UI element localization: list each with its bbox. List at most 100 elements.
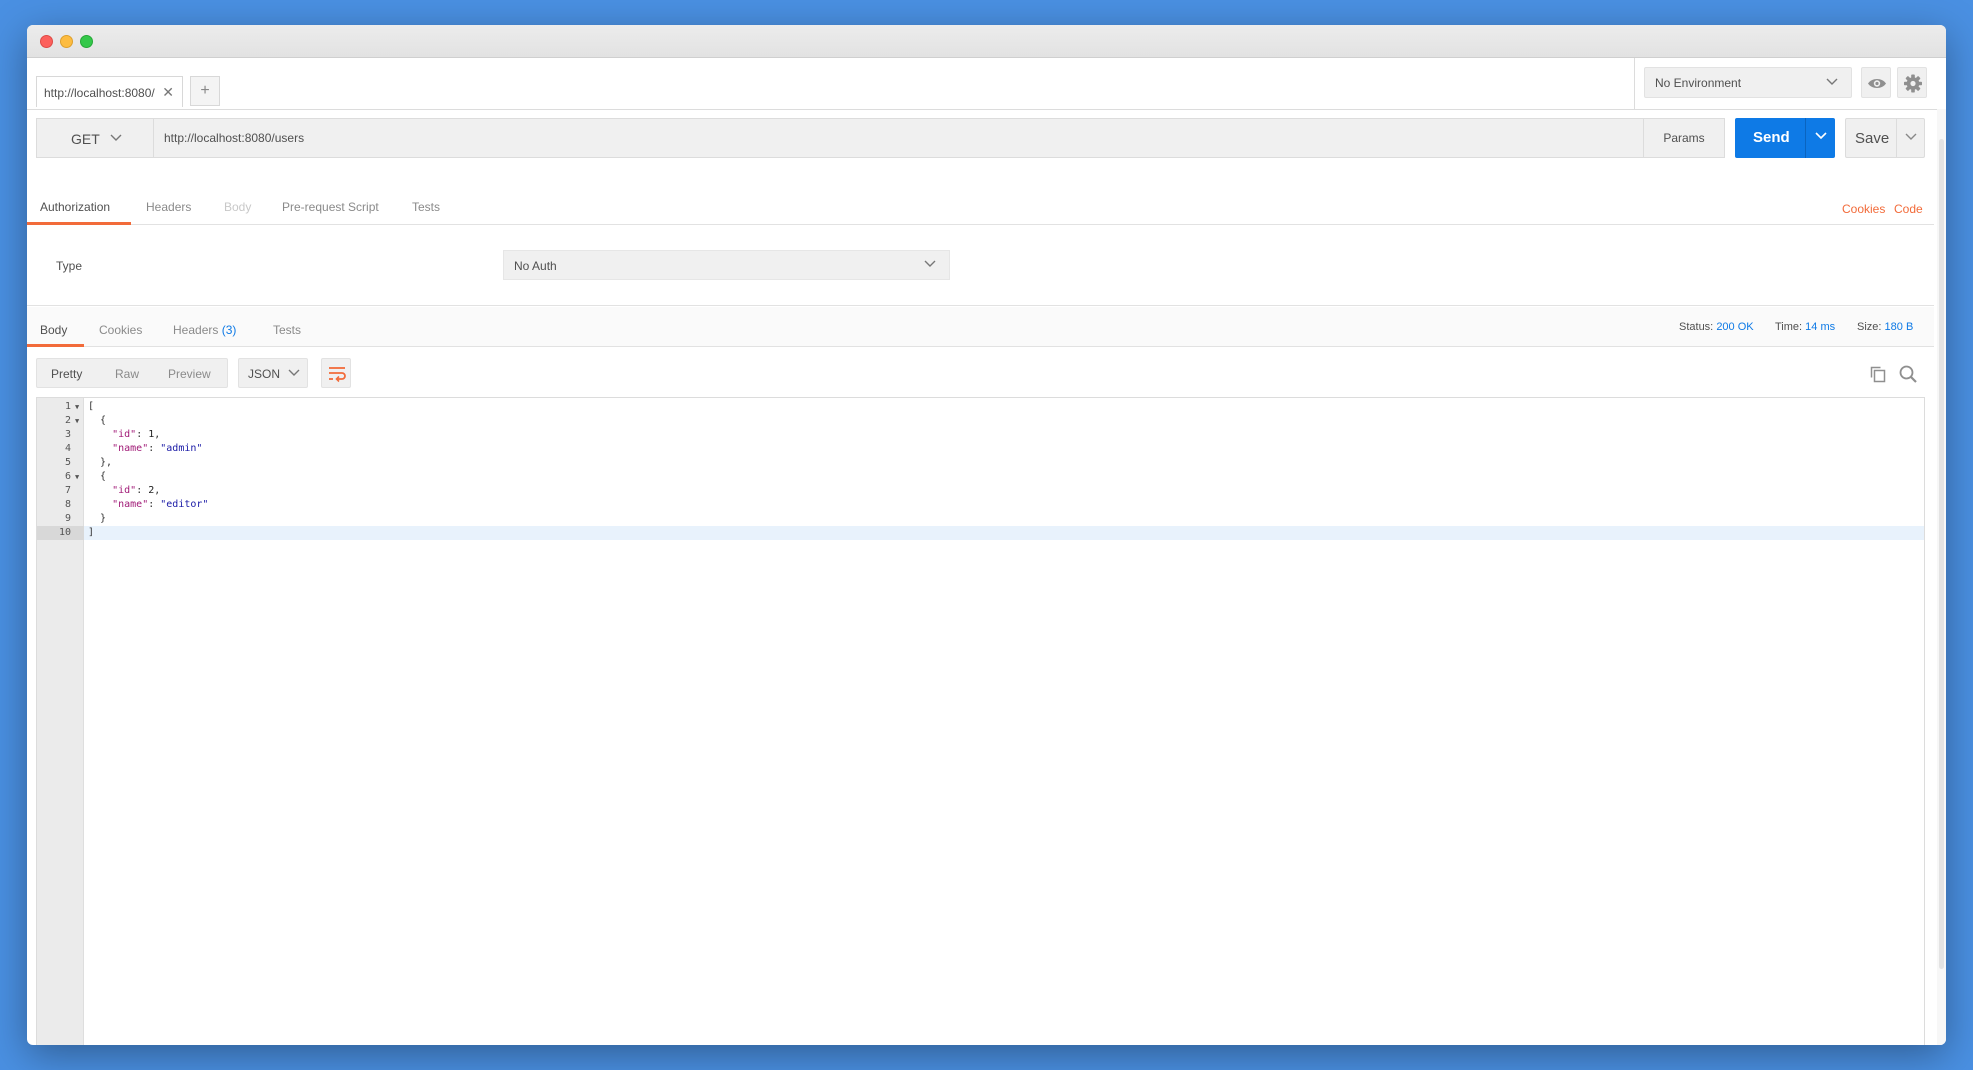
response-status: Status: 200 OK: [1679, 321, 1754, 333]
code-line: 9 }: [37, 512, 1924, 526]
json-key: "id": [112, 429, 137, 440]
format-select-value: JSON: [248, 367, 281, 381]
close-tab-icon[interactable]: ✕: [162, 84, 174, 101]
response-view-toolbar: Pretty Raw Preview JSON: [36, 358, 1934, 388]
code-text: "id": 1,: [88, 428, 160, 442]
response-body-editor[interactable]: 1 ▼[2 ▼ {3 "id": 1, 4 "name": "admin" 5 }, 6 ▼…: [36, 397, 1925, 1045]
params-button[interactable]: Params: [1644, 118, 1725, 158]
code-text: [: [88, 401, 95, 412]
pretty-mode-button[interactable]: Pretty: [51, 367, 82, 381]
tab-response-headers-label: Headers: [173, 323, 219, 337]
tab-body[interactable]: Body: [224, 200, 251, 214]
json-separator: :: [136, 429, 149, 440]
time-value: 14 ms: [1805, 321, 1836, 333]
code-line: 7 "id": 2,: [37, 484, 1924, 498]
gear-icon: [1904, 74, 1922, 93]
tab-response-headers[interactable]: Headers (3): [173, 323, 236, 337]
json-key: "name": [112, 443, 149, 454]
wrap-lines-icon: [329, 367, 346, 383]
cookies-link[interactable]: Cookies: [1842, 202, 1885, 216]
send-button-divider: [1805, 118, 1806, 158]
chevron-down-icon[interactable]: [1814, 130, 1828, 142]
response-size: Size: 180 B: [1857, 321, 1913, 333]
tab-tests[interactable]: Tests: [412, 200, 440, 214]
size-label: Size:: [1857, 321, 1882, 333]
chevron-down-icon: [288, 369, 300, 376]
line-number: 9: [64, 513, 71, 524]
code-text: },: [88, 457, 113, 468]
tab-headers[interactable]: Headers: [146, 200, 191, 214]
save-button-divider: [1896, 119, 1897, 157]
auth-type-select[interactable]: No Auth: [503, 250, 950, 280]
add-tab-button[interactable]: +: [190, 76, 220, 106]
settings-button[interactable]: [1897, 67, 1927, 98]
code-text: {: [88, 415, 107, 426]
wrap-lines-button[interactable]: [321, 358, 351, 388]
tab-pre-request-script[interactable]: Pre-request Script: [282, 200, 379, 214]
minimize-window-button[interactable]: [60, 35, 73, 48]
raw-mode-button[interactable]: Raw: [115, 367, 139, 381]
line-number: 5: [64, 457, 71, 468]
code-text: "id": 2,: [88, 484, 160, 498]
environment-select[interactable]: No Environment: [1644, 67, 1852, 98]
chevron-down-icon[interactable]: [1904, 131, 1918, 143]
tab-response-body[interactable]: Body: [40, 323, 67, 337]
json-string-value: "admin": [160, 443, 203, 454]
code-line: 8 "name": "editor": [37, 498, 1924, 512]
save-button-label: Save: [1855, 130, 1890, 147]
close-window-button[interactable]: [40, 35, 53, 48]
tab-authorization[interactable]: Authorization: [40, 200, 110, 214]
title-bar: [27, 25, 1946, 58]
url-input[interactable]: http://localhost:8080/users: [153, 118, 1644, 158]
fold-toggle-icon[interactable]: ▼: [75, 470, 79, 484]
method-select[interactable]: GET: [36, 118, 153, 158]
json-separator: :: [148, 443, 161, 454]
request-tab[interactable]: http://localhost:8080/ ✕: [36, 76, 183, 107]
send-button-label: Send: [1753, 129, 1790, 146]
tab-response-tests[interactable]: Tests: [273, 323, 301, 337]
code-text: ]: [88, 527, 95, 538]
chevron-down-icon: [1826, 78, 1838, 85]
tab-bar: http://localhost:8080/ ✕ + No Environmen…: [27, 58, 1946, 110]
code-link[interactable]: Code: [1894, 202, 1923, 216]
json-string-value: "editor": [160, 499, 209, 510]
code-text: "name": "editor": [88, 498, 208, 512]
search-icon[interactable]: [1898, 364, 1918, 384]
send-button[interactable]: Send: [1735, 118, 1835, 158]
json-separator: :: [148, 499, 161, 510]
code-line: 1 ▼[: [37, 400, 1924, 414]
tab-response-cookies[interactable]: Cookies: [99, 323, 142, 337]
fold-toggle-icon[interactable]: ▼: [75, 400, 79, 414]
scrollbar-thumb[interactable]: [1939, 139, 1944, 969]
code-text: }: [88, 513, 107, 524]
response-time: Time: 14 ms: [1775, 321, 1835, 333]
auth-type-value: No Auth: [514, 259, 557, 273]
line-number: 3: [64, 429, 71, 440]
eye-icon: [1868, 79, 1886, 88]
copy-icon[interactable]: [1868, 364, 1888, 384]
status-label: Status:: [1679, 321, 1714, 333]
code-line: 2 ▼ {: [37, 414, 1924, 428]
format-select[interactable]: JSON: [238, 358, 308, 388]
headers-count-badge: (3): [221, 323, 237, 337]
save-button[interactable]: Save: [1845, 118, 1925, 158]
method-select-value: GET: [71, 131, 100, 147]
line-number: 8: [64, 499, 71, 510]
request-tab-label: http://localhost:8080/: [44, 86, 155, 100]
view-mode-toggle: Pretty Raw Preview: [36, 358, 228, 388]
preview-mode-button[interactable]: Preview: [168, 367, 211, 381]
json-punctuation: ,: [154, 485, 161, 496]
request-tabs: Authorization Headers Body Pre-request S…: [27, 168, 1934, 225]
request-url-bar: GET http://localhost:8080/users Params S…: [36, 118, 1925, 158]
fold-toggle-icon[interactable]: ▼: [75, 414, 79, 428]
maximize-window-button[interactable]: [80, 35, 93, 48]
response-tabs: Body Cookies Headers (3) Tests Status: 2…: [27, 307, 1934, 347]
window-scrollbar[interactable]: [1937, 109, 1946, 1045]
environment-quick-look-button[interactable]: [1861, 67, 1891, 98]
json-key: "id": [112, 485, 137, 496]
time-label: Time:: [1775, 321, 1803, 333]
code-line: 5 },: [37, 456, 1924, 470]
code-line: 6 ▼ {: [37, 470, 1924, 484]
